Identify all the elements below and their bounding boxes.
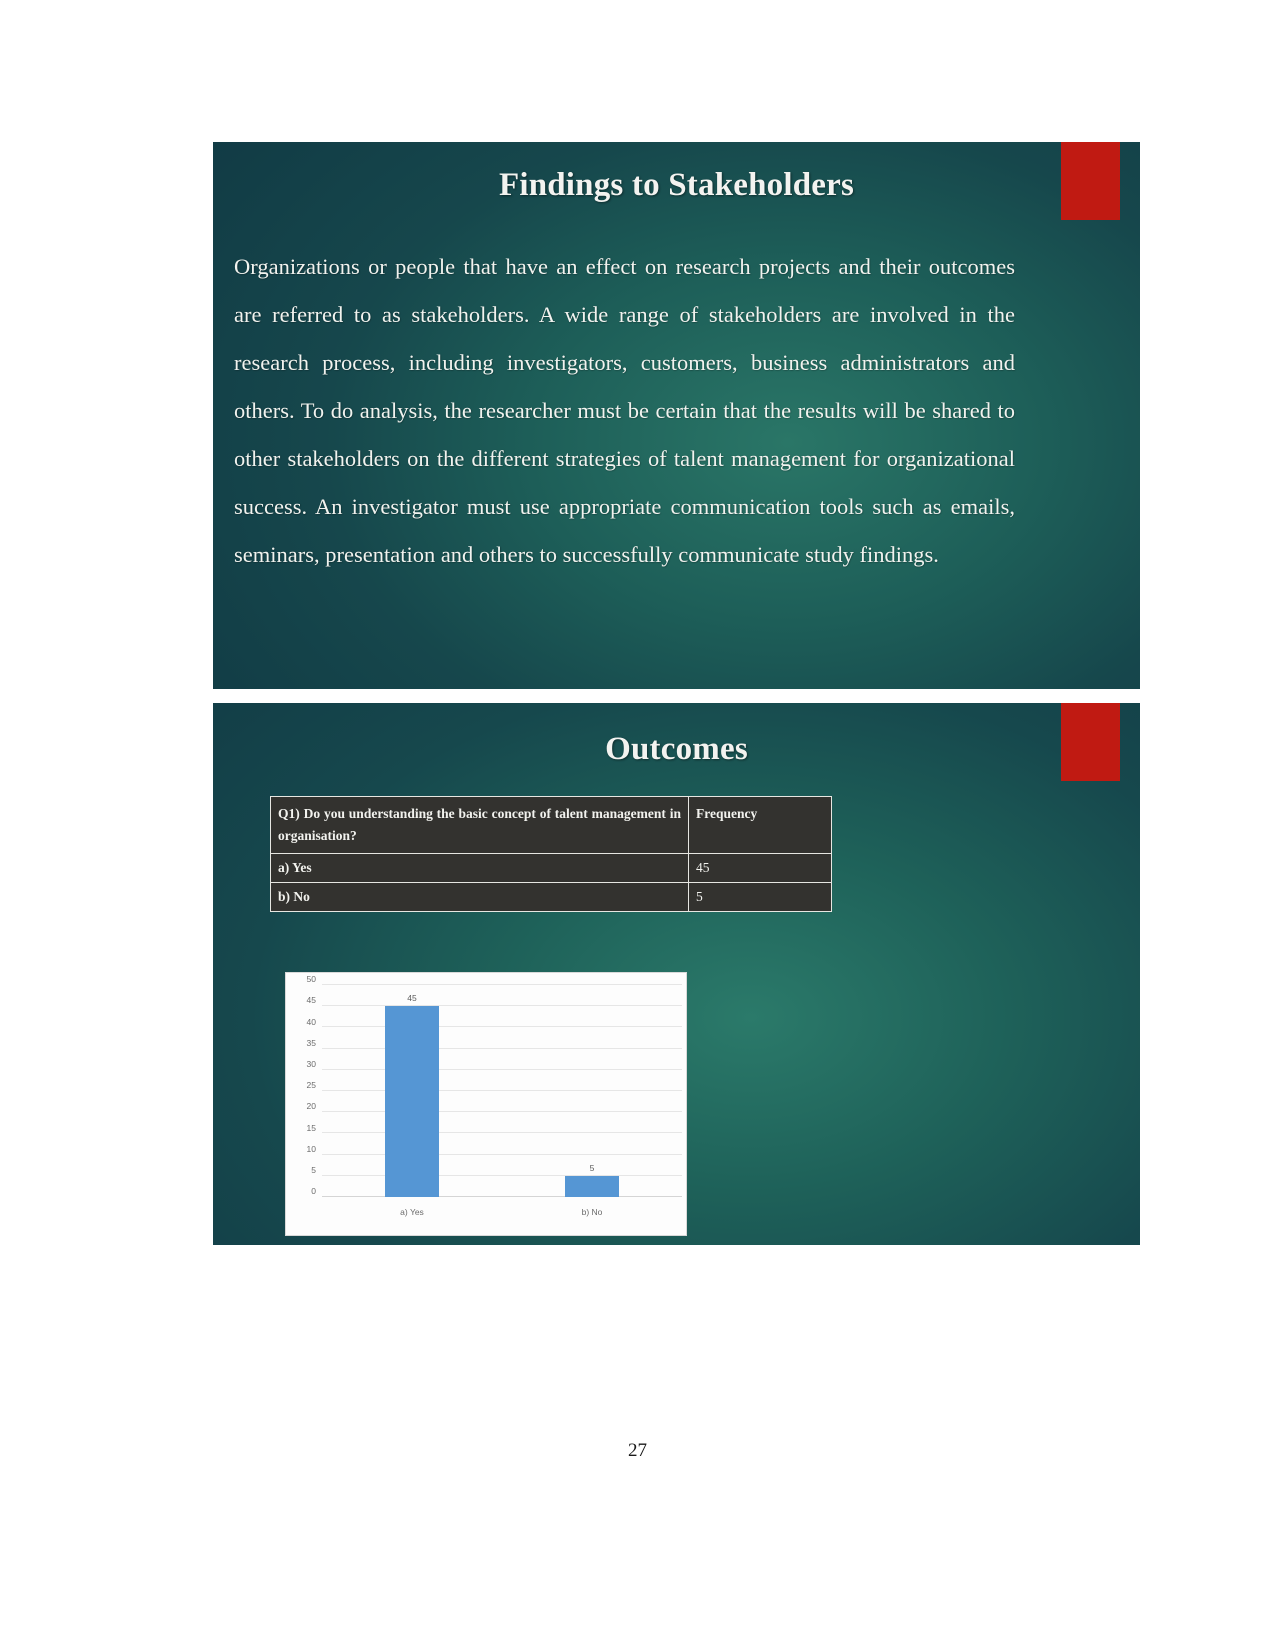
chart-gridline (322, 1068, 682, 1070)
chart-bar (565, 1175, 619, 1197)
table-cell-option: b) No (270, 882, 689, 912)
table-header-question: Q1) Do you understanding the basic conce… (270, 796, 689, 854)
chart-gridline (322, 1196, 682, 1197)
table-cell-frequency: 5 (688, 882, 832, 912)
chart-gridline (322, 1090, 682, 1091)
chart-value-label: 45 (407, 993, 417, 1004)
page-number: 27 (628, 1440, 647, 1461)
table-row: a) Yes 45 (270, 853, 832, 883)
chart-gridline (322, 1132, 682, 1134)
chart-y-tick-label: 5 (311, 1165, 316, 1176)
table-cell-frequency: 45 (688, 853, 832, 883)
chart-y-tick-label: 45 (306, 995, 316, 1006)
chart-y-tick-label: 10 (306, 1143, 316, 1154)
slide-body-findings: Organizations or people that have an eff… (234, 254, 1015, 567)
chart-gridline (322, 1153, 682, 1155)
chart-value-label: 5 (589, 1162, 595, 1173)
slide-title-outcomes: Outcomes (605, 731, 748, 767)
chart-y-tick-label: 0 (311, 1186, 316, 1197)
chart-x-tick-label: b) No (581, 1207, 603, 1217)
slide-title-findings: Findings to Stakeholders (498, 167, 855, 203)
chart-gridline (322, 1047, 682, 1049)
chart-y-tick-label: 20 (306, 1101, 316, 1112)
chart-gridline (322, 1026, 682, 1028)
chart-plot-area: 0 5 10 15 20 25 30 35 40 45 50 45 a) Yes 5 b) No (307, 974, 682, 1217)
table-cell-option: a) Yes (270, 853, 689, 883)
table-row: b) No 5 (270, 882, 832, 912)
question-frequency-table: Q1) Do you understanding the basic conce… (270, 796, 832, 912)
frequency-bar-chart: 0 5 10 15 20 25 30 35 40 45 50 45 a) Yes 5 b) No (286, 973, 686, 1235)
chart-y-tick-label: 30 (306, 1059, 316, 1070)
table-header-row: Q1) Do you understanding the basic conce… (270, 796, 832, 854)
chart-gridline (322, 1174, 682, 1176)
chart-y-tick-label: 40 (306, 1016, 316, 1027)
chart-y-tick-label: 15 (306, 1122, 316, 1133)
chart-x-tick-label: a) Yes (400, 1207, 424, 1217)
chart-y-tick-label: 25 (306, 1080, 316, 1091)
slide-findings-to-stakeholders: Findings to Stakeholders Organizations o… (213, 142, 1140, 689)
chart-gridline (322, 1111, 682, 1113)
chart-bar (385, 1006, 439, 1197)
chart-gridline (322, 984, 682, 985)
slide-outcomes: Outcomes Q1) Do you understanding the ba… (213, 703, 1140, 1245)
chart-y-tick-label: 35 (306, 1037, 316, 1048)
chart-gridline (322, 1005, 682, 1007)
chart-y-tick-label: 50 (306, 974, 316, 985)
table-header-frequency: Frequency (688, 796, 832, 854)
